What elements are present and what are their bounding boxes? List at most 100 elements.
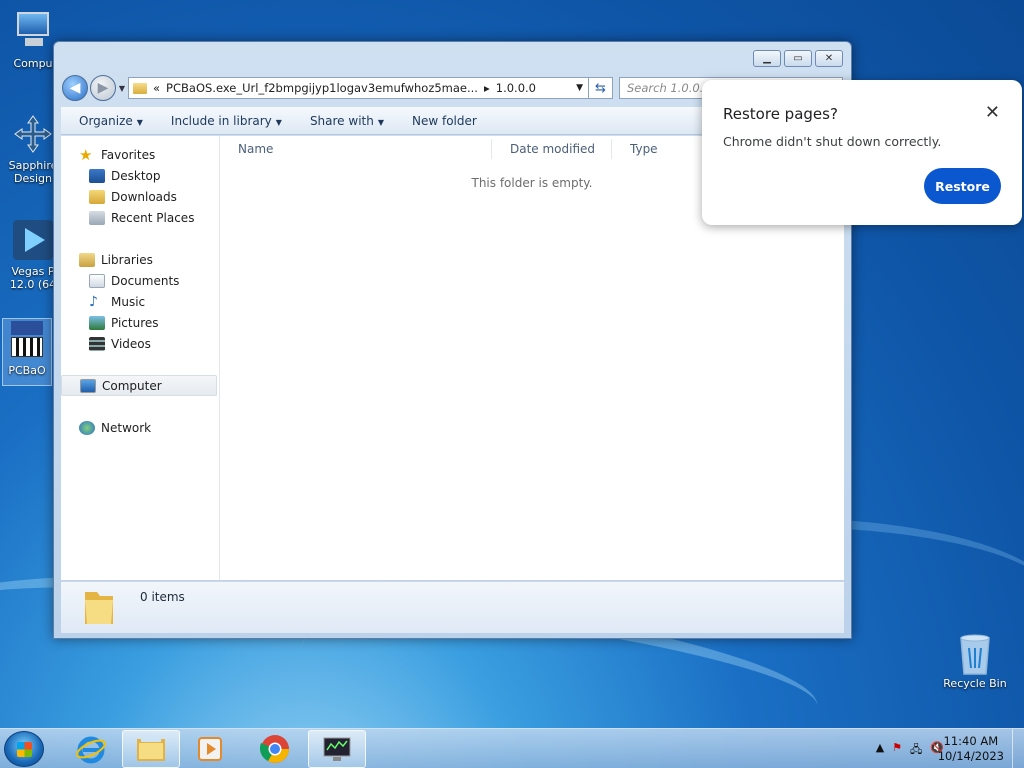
chevron-down-icon: ▼	[275, 117, 282, 127]
start-button[interactable]	[4, 731, 44, 767]
desktop-icon-label: PCBaO	[8, 364, 46, 377]
nav-videos[interactable]: Videos	[61, 333, 219, 354]
star-icon: ★	[79, 145, 93, 164]
nav-label: Network	[101, 420, 152, 435]
chevron-down-icon: ▼	[377, 117, 384, 127]
forward-arrow-icon: ▶	[97, 80, 109, 96]
nav-desktop[interactable]: Desktop	[61, 165, 219, 186]
chevron-down-icon: ▼	[576, 83, 583, 93]
address-field[interactable]: « PCBaOS.exe_Url_f2bmpgijyp1logav3emufwh…	[128, 77, 589, 99]
folder-icon	[81, 586, 117, 626]
show-hidden-icons-button[interactable]: ▲	[876, 741, 884, 760]
music-note-icon: ♪	[89, 293, 98, 310]
nav-label: Music	[111, 294, 146, 309]
taskbar-chrome[interactable]	[246, 730, 304, 768]
chrome-icon	[259, 735, 289, 763]
breadcrumb-prefix[interactable]: «	[153, 81, 160, 95]
breadcrumb-folder[interactable]: PCBaOS.exe_Url_f2bmpgijyp1logav3emufwhoz…	[166, 81, 478, 95]
dialog-message: Chrome didn't shut down correctly.	[723, 134, 942, 149]
nav-label: Favorites	[101, 147, 156, 162]
network-status-icon[interactable]: 🖧	[910, 741, 922, 760]
dialog-title: Restore pages?	[723, 105, 838, 123]
minimize-icon: ▁	[763, 53, 771, 64]
include-in-library-button[interactable]: Include in library ▼	[171, 114, 282, 128]
show-desktop-button[interactable]	[1012, 729, 1024, 768]
close-icon: ✕	[984, 102, 1000, 123]
network-globe-icon	[79, 420, 95, 435]
downloads-folder-icon	[89, 189, 105, 204]
nav-label: Recent Places	[111, 210, 195, 225]
action-center-flag-icon[interactable]: ⚑	[892, 741, 902, 760]
taskbar-windows-explorer[interactable]	[122, 730, 180, 768]
system-tray: ▲ ⚑ 🖧 🔇	[876, 741, 944, 760]
navigation-pane[interactable]: ★ Favorites Desktop Downloads Recent Pla…	[61, 136, 220, 580]
computer-icon	[80, 378, 96, 393]
share-label: Share with	[309, 113, 374, 128]
nav-downloads[interactable]: Downloads	[61, 186, 219, 207]
back-button[interactable]: ◀	[62, 75, 88, 101]
close-button[interactable]: ✕	[815, 50, 843, 67]
move-arrows-icon	[11, 112, 55, 156]
restore-button[interactable]: Restore	[924, 168, 1001, 204]
nav-favorites[interactable]: ★ Favorites	[61, 144, 219, 165]
taskbar-internet-explorer[interactable]	[62, 730, 120, 768]
organize-button[interactable]: Organize ▼	[79, 114, 143, 128]
computer-icon	[11, 10, 55, 54]
desktop-icon	[89, 168, 105, 183]
taskbar-pcbaos[interactable]	[308, 730, 366, 768]
item-count: 0 items	[140, 590, 185, 604]
desktop-icon-pcbaos[interactable]: PCBaO	[2, 318, 52, 386]
nav-pictures[interactable]: Pictures	[61, 312, 219, 333]
breadcrumb-leaf[interactable]: 1.0.0.0	[496, 81, 536, 95]
organize-label: Organize	[79, 113, 133, 128]
maximize-icon: ▭	[793, 53, 803, 64]
vegas-play-icon	[11, 218, 55, 262]
window-controls: ▁ ▭ ✕	[753, 50, 843, 67]
column-name[interactable]: Name	[220, 138, 492, 159]
taskbar: ▲ ⚑ 🖧 🔇 11:40 AM 10/14/2023	[0, 728, 1024, 768]
nav-label: Computer	[102, 378, 162, 393]
chrome-restore-dialog: Restore pages? ✕ Chrome didn't shut down…	[702, 80, 1022, 225]
new-folder-button[interactable]: New folder	[412, 114, 477, 128]
nav-label: Videos	[111, 336, 151, 351]
media-play-icon	[198, 737, 222, 761]
back-arrow-icon: ◀	[69, 80, 81, 96]
pictures-icon	[89, 315, 105, 330]
clock-time: 11:40 AM	[943, 734, 999, 748]
dialog-close-button[interactable]: ✕	[985, 102, 1000, 123]
nav-computer[interactable]: Computer	[61, 375, 217, 396]
desktop-icon-recycle-bin[interactable]: Recycle Bin	[940, 630, 1010, 690]
breadcrumb-separator[interactable]: ▸	[484, 81, 490, 95]
new-folder-label: New folder	[412, 113, 477, 128]
system-clock[interactable]: 11:40 AM 10/14/2023	[938, 734, 1004, 764]
details-pane: 0 items	[61, 581, 844, 633]
taskbar-media-player[interactable]	[182, 730, 240, 768]
pcbaos-app-icon	[7, 319, 47, 361]
recent-pages-dropdown[interactable]: ▼	[116, 84, 128, 93]
film-strip-icon	[89, 336, 105, 351]
nav-music[interactable]: ♪ Music	[61, 291, 219, 312]
forward-button[interactable]: ▶	[90, 75, 116, 101]
refresh-button[interactable]: ⇆	[589, 77, 613, 99]
nav-documents[interactable]: Documents	[61, 270, 219, 291]
column-type[interactable]: Type	[612, 139, 702, 159]
share-with-button[interactable]: Share with ▼	[310, 114, 384, 128]
column-date-modified[interactable]: Date modified	[492, 138, 612, 159]
nav-libraries[interactable]: Libraries	[61, 249, 219, 270]
nav-recent-places[interactable]: Recent Places	[61, 207, 219, 228]
maximize-button[interactable]: ▭	[784, 50, 812, 67]
internet-explorer-icon	[76, 736, 106, 764]
nav-label: Libraries	[101, 252, 153, 267]
pcbaos-monitor-icon	[323, 737, 351, 761]
address-dropdown[interactable]: ▼	[576, 83, 588, 93]
desktop-icon-label: Recycle Bin	[943, 677, 1007, 690]
nav-network[interactable]: Network	[61, 417, 219, 438]
chevron-down-icon: ▼	[136, 117, 143, 127]
minimize-button[interactable]: ▁	[753, 50, 781, 67]
libraries-icon	[79, 252, 95, 267]
clock-date: 10/14/2023	[937, 749, 1004, 763]
nav-label: Desktop	[111, 168, 161, 183]
folder-icon	[133, 82, 147, 94]
close-icon: ✕	[824, 53, 834, 64]
